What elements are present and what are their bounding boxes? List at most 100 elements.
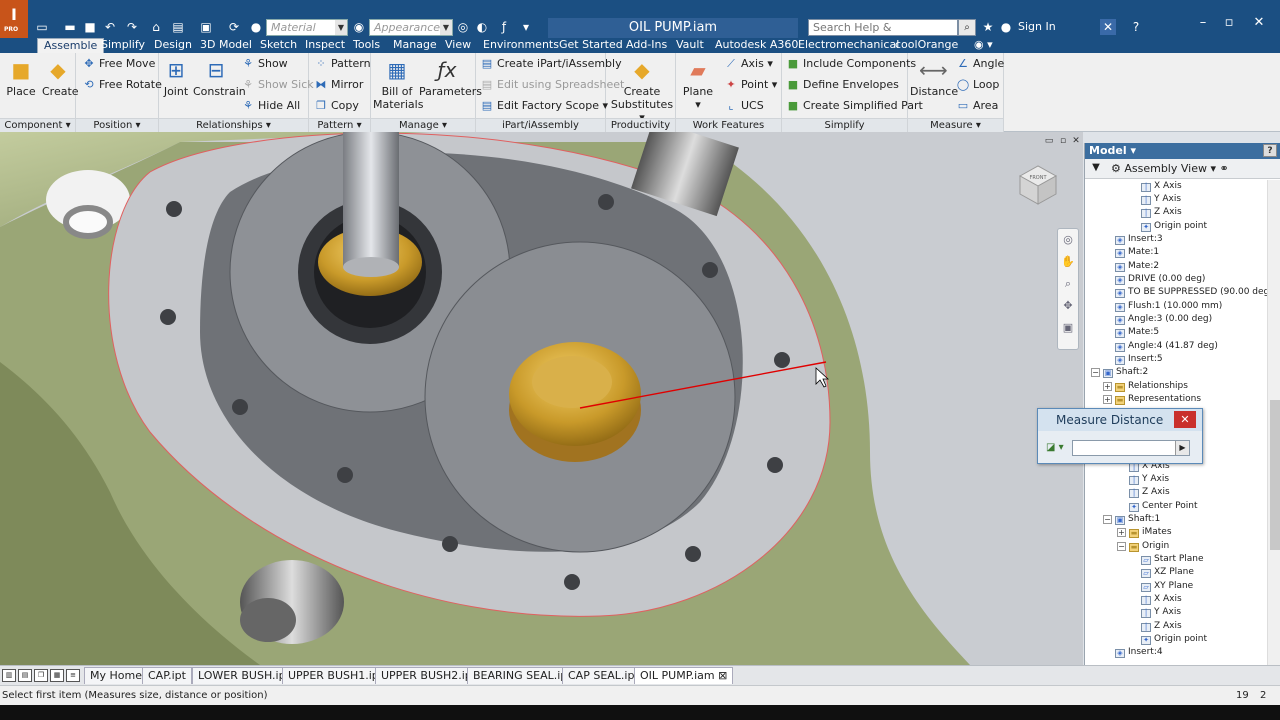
browser-node[interactable]: + ▬ Relationships [1103,380,1188,393]
redo-icon[interactable]: ↷ [124,19,140,35]
browser-node[interactable]: ▱ XY Plane [1141,580,1193,593]
tab-simplify[interactable]: Simplify [101,38,145,53]
create-simplified-part-button[interactable]: ■ Create Simplified Part [786,98,923,114]
print-icon[interactable]: ▤ [170,19,186,35]
close-viewport-icon[interactable]: ✕ [1071,136,1081,146]
selection-filter-icon[interactable]: ◪ ▾ [1046,440,1068,456]
doc-tab-oil-pump[interactable]: OIL PUMP.iam ⊠ [634,667,734,684]
free-move-button[interactable]: ✥ Free Move [82,56,155,72]
restore-viewport-icon[interactable]: ▭ [1044,136,1054,146]
browser-node[interactable]: ✦ Center Point [1129,500,1198,513]
ucs-button[interactable]: ⌞ UCS [724,98,763,114]
sign-in-link[interactable]: Sign In [1018,20,1056,33]
menu-icon[interactable]: ≡ [66,669,80,682]
productivity-panel-title[interactable]: Productivity [606,118,675,132]
filter-icon[interactable]: ▼ [1089,161,1103,175]
tile-horizontal-icon[interactable]: ▤ [18,669,32,682]
browser-node[interactable]: ◈ Insert:3 [1115,233,1163,246]
browser-node[interactable]: │ X Axis [1141,180,1182,193]
browser-node[interactable]: + ▬ iMates [1117,526,1172,539]
fx-icon[interactable]: ƒ [496,19,512,35]
scrollbar-thumb[interactable] [1270,400,1280,550]
select-mode-icon[interactable]: ▣ [198,19,214,35]
browser-node[interactable]: ◈ Insert:5 [1115,353,1163,366]
joint-button[interactable]: ⊞ Joint [161,57,191,98]
relationships-panel-title[interactable]: Relationships ▾ [159,118,308,132]
browser-node[interactable]: ◈ TO BE SUPPRESSED (90.00 deg) [1115,286,1267,299]
tile-vertical-icon[interactable]: ▥ [2,669,16,682]
area-button[interactable]: ▭ Area [956,98,999,114]
browser-node[interactable]: + ▬ Representations [1103,393,1201,406]
orbit-icon[interactable]: ✥ [1058,295,1078,317]
browser-node[interactable]: ◈ Flush:1 (10.000 mm) [1115,300,1222,313]
tab-assemble[interactable]: Assemble [37,38,105,53]
expand-toggle-icon[interactable]: − [1091,368,1100,377]
tab-add-ins[interactable]: Add-Ins [626,38,667,53]
browser-node[interactable]: │ Y Axis [1141,606,1181,619]
tab-electromechanical[interactable]: Electromechanical [798,38,899,53]
minimize-button[interactable]: – [1192,16,1214,32]
axis-button[interactable]: ⟋ Axis ▾ [724,56,773,72]
tab-coolorange[interactable]: coolOrange [895,38,958,53]
doc-tab-bearing-seal[interactable]: BEARING SEAL.ipt [467,667,578,684]
distance-button[interactable]: ⟷ Distance [910,57,958,98]
driven-gear[interactable] [424,241,736,553]
user-icon[interactable]: ● [998,19,1014,35]
browser-node[interactable]: ✦ Origin point [1141,633,1207,646]
maximize-button[interactable]: ▫ [1218,16,1240,32]
expand-toggle-icon[interactable]: + [1103,382,1112,391]
undo-icon[interactable]: ↶ [102,19,118,35]
browser-header[interactable]: Model ▾? [1085,143,1280,159]
browser-node[interactable]: ◈ Mate:1 [1115,246,1159,259]
browser-node[interactable]: ◈ Insert:4 [1115,646,1163,659]
tab-autodesk-a360[interactable]: Autodesk A360 [715,38,798,53]
include-components-button[interactable]: ■ Include Components [786,56,916,72]
manage-panel-title[interactable]: Manage ▾ [371,118,475,132]
appearance-combo[interactable]: Appearance ▼ [369,19,453,36]
browser-node[interactable]: ✦ Origin point [1141,220,1207,233]
exchange-icon[interactable]: ✕ [1100,19,1116,35]
close-window-button[interactable]: ✕ [1248,16,1270,32]
hide-all-button[interactable]: ⚘ Hide All [241,98,300,114]
viewcube[interactable]: FRONT [1016,162,1060,206]
browser-node[interactable]: − ▣ Shaft:2 [1091,366,1148,379]
simplify-panel-title[interactable]: Simplify [782,118,907,132]
edit-factory-scope-button[interactable]: ▤ Edit Factory Scope ▾ [480,98,608,114]
star-icon[interactable]: ★ [980,19,996,35]
expand-toggle-icon[interactable]: − [1103,515,1112,524]
browser-node[interactable]: ◈ Mate:5 [1115,326,1159,339]
appearance-icon[interactable]: ◉ [351,19,367,35]
edit-spreadsheet-button[interactable]: ▤ Edit using Spreadsheet [480,77,625,93]
browser-node[interactable]: ▱ XZ Plane [1141,566,1194,579]
browser-node[interactable]: │ Z Axis [1129,486,1170,499]
tab-vault[interactable]: Vault [676,38,704,53]
arrange-icon[interactable]: ▦ [50,669,64,682]
work-features-panel-title[interactable]: Work Features [676,118,781,132]
browser-node[interactable]: ◈ DRIVE (0.00 deg) [1115,273,1205,286]
close-tab-icon[interactable]: ⊠ [718,669,727,682]
browser-node[interactable]: ▱ Start Plane [1141,553,1204,566]
tab-manage[interactable]: Manage [393,38,437,53]
zoom-icon[interactable]: ⌕ [1058,273,1078,295]
browser-node[interactable]: │ Z Axis [1141,620,1182,633]
qat-customize-icon[interactable]: ▾ [518,19,534,35]
expand-toggle-icon[interactable]: + [1103,395,1112,404]
tab-inspect[interactable]: Inspect [305,38,345,53]
define-envelopes-button[interactable]: ■ Define Envelopes [786,77,899,93]
create-substitutes-button[interactable]: ◆ Create Substitutes ▾ [610,57,674,124]
clear-appearance-icon[interactable]: ◎ [455,19,471,35]
help-icon[interactable]: ? [1128,19,1144,35]
look-at-icon[interactable]: ▣ [1058,317,1078,339]
position-panel-title[interactable]: Position ▾ [76,118,158,132]
copy-button[interactable]: ❐ Copy [314,98,359,114]
expand-toggle-icon[interactable]: + [1117,528,1126,537]
tab-get-started[interactable]: Get Started [559,38,623,53]
home-icon[interactable]: ⌂ [148,19,164,35]
color-icon[interactable]: ● [248,19,264,35]
oil-pump-model[interactable] [0,132,1083,665]
browser-node[interactable]: − ▣ Shaft:1 [1103,513,1160,526]
open-file-icon[interactable]: ▬ [62,19,78,35]
create-button[interactable]: ◆ Create [42,57,79,98]
search-icon[interactable]: ⌕ [958,19,976,36]
tab-view[interactable]: View [445,38,471,53]
